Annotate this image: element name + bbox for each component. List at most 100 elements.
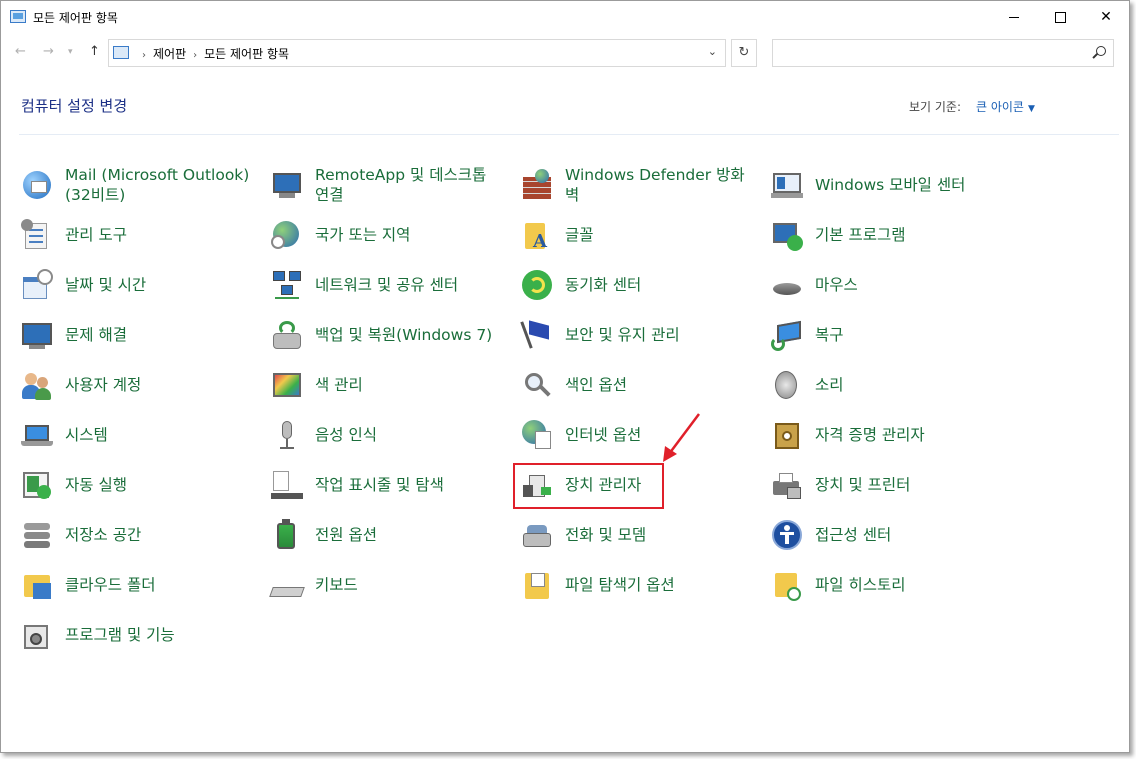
item-taskbar-navigation[interactable]: 작업 표시줄 및 탐색	[271, 465, 500, 505]
minimize-icon	[1009, 16, 1019, 18]
keyboard-icon	[269, 569, 305, 601]
mouse-icon	[771, 269, 803, 301]
item-recovery[interactable]: 복구	[771, 315, 1000, 355]
item-mouse[interactable]: 마우스	[771, 265, 1000, 305]
address-bar[interactable]: › 제어판 › 모든 제어판 항목 ⌄	[108, 39, 726, 67]
address-dropdown-button[interactable]: ⌄	[708, 45, 717, 58]
folder-icon	[21, 569, 53, 601]
item-fonts[interactable]: A 글꼴	[521, 215, 750, 255]
color-management-icon	[271, 369, 303, 401]
default-programs-icon	[771, 219, 803, 251]
title-bar: 모든 제어판 항목 ✕	[1, 1, 1129, 33]
item-power-options[interactable]: 전원 옵션	[271, 515, 500, 555]
item-color-management[interactable]: 색 관리	[271, 365, 500, 405]
mobility-center-icon	[771, 169, 803, 201]
item-indexing-options[interactable]: 색인 옵션	[521, 365, 750, 405]
item-remoteapp[interactable]: RemoteApp 및 데스크톱 연결	[271, 165, 500, 205]
fonts-icon: A	[521, 219, 553, 252]
item-system[interactable]: 시스템	[21, 415, 250, 455]
item-admin-tools[interactable]: 관리 도구	[21, 215, 250, 255]
up-button[interactable]: ↑	[89, 44, 100, 59]
item-network-sharing[interactable]: 네트워크 및 공유 센터	[271, 265, 500, 305]
annotation-highlight-box	[513, 463, 664, 509]
item-storage-spaces[interactable]: 저장소 공간	[21, 515, 250, 555]
item-speech-recognition[interactable]: 음성 인식	[271, 415, 500, 455]
taskbar-icon	[271, 469, 303, 501]
indexing-icon	[521, 369, 553, 401]
battery-icon	[271, 519, 303, 551]
maximize-button[interactable]	[1037, 1, 1083, 33]
control-panel-icon	[113, 46, 129, 59]
phone-icon	[521, 519, 553, 551]
accessibility-icon	[771, 519, 803, 551]
close-button[interactable]: ✕	[1083, 1, 1129, 33]
page-heading: 컴퓨터 설정 변경	[21, 97, 128, 115]
item-user-accounts[interactable]: 사용자 계정	[21, 365, 250, 405]
backup-icon	[271, 319, 303, 351]
firewall-icon	[521, 169, 553, 201]
autoplay-icon	[21, 469, 53, 501]
file-history-icon	[771, 569, 803, 601]
laptop-icon	[21, 419, 53, 451]
item-region[interactable]: 국가 또는 지역	[271, 215, 500, 255]
minimize-button[interactable]	[991, 1, 1037, 33]
sync-icon	[521, 269, 553, 301]
item-devices-printers[interactable]: 장치 및 프린터	[771, 465, 1000, 505]
item-default-programs[interactable]: 기본 프로그램	[771, 215, 1000, 255]
item-backup-restore[interactable]: 백업 및 복원(Windows 7)	[271, 315, 500, 355]
divider	[19, 134, 1119, 135]
microphone-icon	[271, 419, 303, 451]
annotation-arrow-icon	[663, 413, 700, 462]
window-title: 모든 제어판 항목	[33, 11, 118, 25]
printer-icon	[771, 469, 803, 501]
control-panel-icon	[10, 10, 26, 23]
flag-icon	[520, 319, 553, 351]
refresh-button[interactable]: ↻	[731, 39, 757, 67]
recovery-icon	[771, 319, 803, 351]
mail-icon	[21, 169, 53, 201]
navigation-bar: ← → ▾ ↑ › 제어판 › 모든 제어판 항목 ⌄ ↻	[1, 33, 1129, 73]
chevron-down-icon: ▼	[1027, 104, 1035, 114]
view-by-dropdown[interactable]: 큰 아이콘 ▼	[976, 98, 1035, 115]
item-keyboard[interactable]: 키보드	[269, 565, 500, 605]
breadcrumb-control-panel[interactable]: 제어판	[153, 47, 186, 61]
item-mail[interactable]: Mail (Microsoft Outlook)(32비트)	[21, 165, 250, 205]
item-work-folders[interactable]: 클라우드 폴더	[21, 565, 250, 605]
admin-tools-icon	[21, 219, 53, 251]
users-icon	[21, 369, 53, 401]
item-security-maintenance[interactable]: 보안 및 유지 관리	[520, 315, 750, 355]
item-credential-manager[interactable]: 자격 증명 관리자	[771, 415, 1000, 455]
breadcrumb: › 제어판 › 모든 제어판 항목	[142, 47, 290, 61]
recent-locations-button[interactable]: ▾	[68, 47, 73, 57]
troubleshooting-icon	[21, 319, 53, 351]
breadcrumb-all-items[interactable]: 모든 제어판 항목	[204, 47, 289, 61]
item-file-history[interactable]: 파일 히스토리	[771, 565, 1000, 605]
network-icon	[271, 269, 303, 301]
item-autoplay[interactable]: 자동 실행	[21, 465, 250, 505]
item-file-explorer-options[interactable]: 파일 탐색기 옵션	[521, 565, 750, 605]
view-by-label: 보기 기준:	[909, 100, 962, 114]
item-ease-of-access[interactable]: 접근성 센터	[771, 515, 1000, 555]
item-programs-features[interactable]: 프로그램 및 기능	[21, 615, 250, 655]
item-troubleshooting[interactable]: 문제 해결	[21, 315, 250, 355]
storage-icon	[21, 519, 53, 551]
back-button[interactable]: ←	[15, 44, 26, 59]
search-input[interactable]	[772, 39, 1114, 67]
vault-icon	[771, 419, 803, 451]
remoteapp-icon	[271, 169, 303, 201]
item-sound[interactable]: 소리	[771, 365, 1000, 405]
item-date-time[interactable]: 날짜 및 시간	[21, 265, 250, 305]
forward-button[interactable]: →	[43, 44, 54, 59]
item-phone-modem[interactable]: 전화 및 모뎀	[521, 515, 750, 555]
programs-icon	[21, 619, 53, 651]
close-icon: ✕	[1100, 9, 1112, 25]
item-windows-defender-firewall[interactable]: Windows Defender 방화벽	[521, 165, 750, 205]
speaker-icon	[771, 369, 803, 401]
item-windows-mobility-center[interactable]: Windows 모바일 센터	[771, 165, 1000, 205]
globe-clock-icon	[271, 219, 303, 251]
internet-options-icon	[521, 419, 553, 451]
control-panel-window: 모든 제어판 항목 ✕ ← → ▾ ↑ › 제어판 › 모든 제어판 항목 ⌄ ↻ 컴…	[0, 0, 1130, 753]
maximize-icon	[1054, 11, 1066, 23]
item-internet-options[interactable]: 인터넷 옵션	[521, 415, 750, 455]
item-sync-center[interactable]: 동기화 센터	[521, 265, 750, 305]
